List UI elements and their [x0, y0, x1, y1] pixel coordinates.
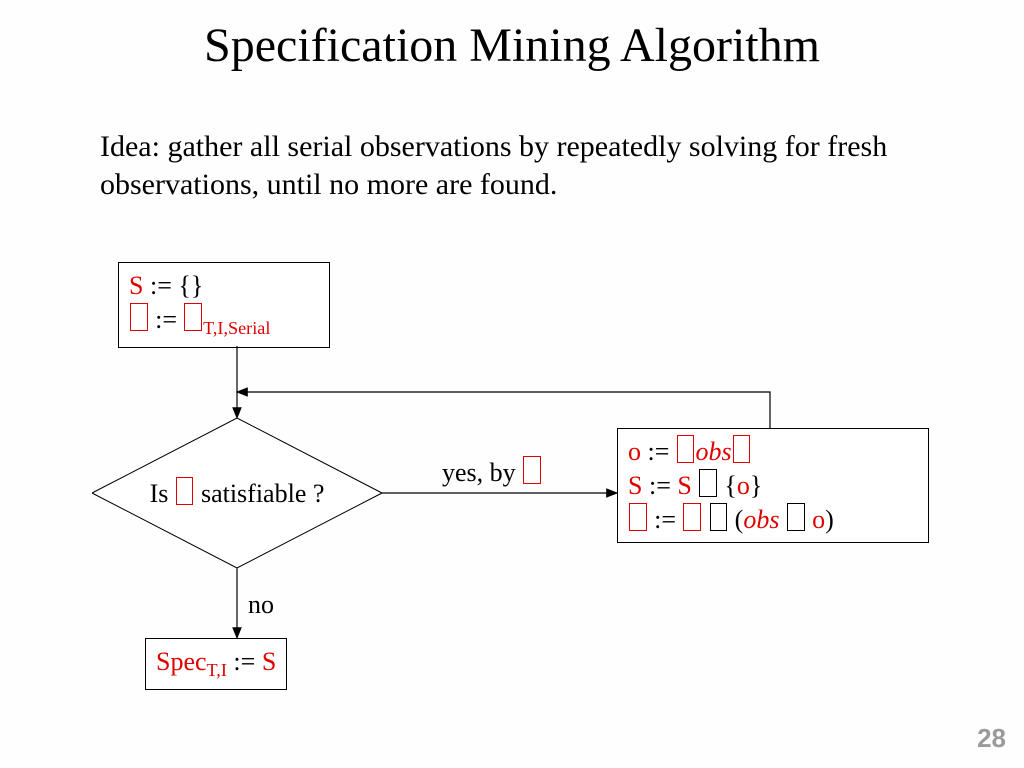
slide-title: Specification Mining Algorithm [0, 18, 1024, 73]
spec-subscript: T,I [207, 660, 227, 680]
brace-open: { [718, 471, 737, 500]
init-line-s: S := {} [129, 269, 319, 303]
phi-symbol-icon [176, 477, 194, 505]
edge-yes-text: yes, by [442, 458, 522, 487]
init-line-phi: := T,I,Serial [129, 303, 319, 341]
update-box: o := obs S := S {o} := (obs o) [617, 428, 929, 543]
spec-label: Spec [156, 647, 207, 676]
phi-subscript: T,I,Serial [203, 318, 270, 338]
slide: Specification Mining Algorithm Idea: gat… [0, 0, 1024, 768]
assign-op: := [143, 271, 178, 300]
paren-open: ( [728, 505, 743, 534]
result-box: SpecT,I := S [145, 638, 287, 690]
sigma-symbol-icon [677, 435, 695, 463]
assign-op: := [642, 471, 677, 500]
init-box: S := {} := T,I,Serial [118, 262, 330, 348]
update-line-o: o := obs [628, 435, 918, 469]
var-o: o [628, 437, 641, 466]
update-line-phi: := (obs o) [628, 503, 918, 537]
union-op-icon [699, 469, 717, 497]
sigma-symbol-icon [733, 435, 751, 463]
var-o: o [737, 471, 750, 500]
var-s: S [628, 471, 642, 500]
obs-func: obs [695, 437, 731, 466]
var-s: S [129, 271, 143, 300]
var-s: S [262, 647, 276, 676]
var-s: S [677, 471, 691, 500]
phi-symbol-icon [130, 303, 148, 331]
sigma-symbol-icon [523, 456, 541, 484]
edge-label-yes: yes, by [442, 456, 542, 488]
val-empty-set: {} [178, 271, 203, 300]
obs-func: obs [743, 505, 779, 534]
decision-text: Is satisfiable ? [92, 418, 382, 568]
decision-diamond: Is satisfiable ? [92, 418, 382, 568]
decision-prefix: Is [150, 479, 175, 508]
assign-op: := [227, 647, 262, 676]
assign-op: := [149, 305, 184, 334]
paren-close: ) [825, 505, 834, 534]
assign-op: := [648, 505, 683, 534]
and-op-icon [710, 503, 728, 531]
idea-text: Idea: gather all serial observations by … [100, 128, 930, 203]
phi-symbol-icon [683, 503, 701, 531]
phi-symbol-icon [184, 303, 202, 331]
phi-symbol-icon [629, 503, 647, 531]
var-o: o [812, 505, 825, 534]
page-number: 28 [977, 723, 1006, 754]
assign-op: := [641, 437, 676, 466]
edge-label-no: no [248, 590, 274, 620]
update-line-s: S := S {o} [628, 469, 918, 503]
neq-op-icon [787, 503, 805, 531]
brace-close: } [750, 471, 762, 500]
decision-suffix: satisfiable ? [194, 479, 324, 508]
